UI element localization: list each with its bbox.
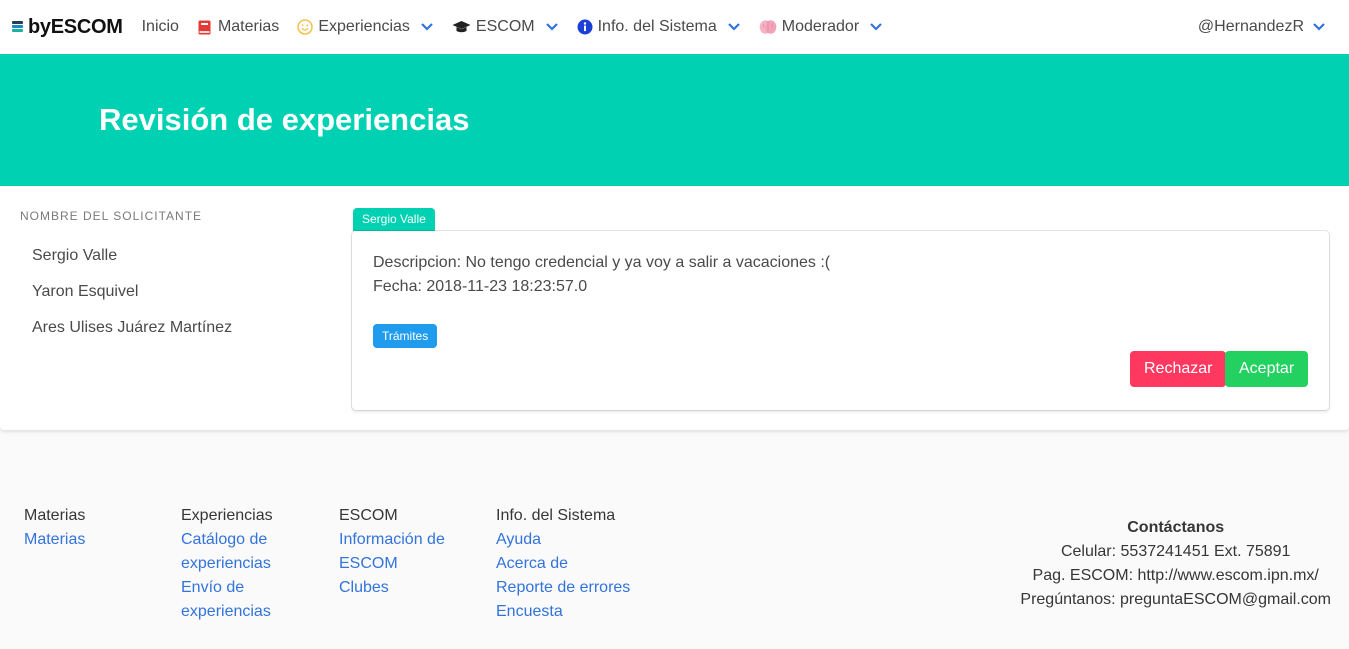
- nav-info-sistema[interactable]: Info. del Sistema: [568, 0, 750, 54]
- nav-materias-label: Materias: [217, 18, 280, 35]
- brain-icon: [759, 19, 777, 35]
- user-name: @HernandezR: [1197, 18, 1304, 35]
- footer-link[interactable]: Envío de: [181, 576, 273, 600]
- contact-page: Pag. ESCOM: http://www.escom.ipn.mx/: [1032, 567, 1319, 584]
- nav-inicio-label: Inicio: [141, 18, 179, 35]
- user-menu[interactable]: @HernandezR: [1189, 0, 1335, 54]
- footer-heading: Materias: [24, 507, 86, 524]
- contact-block: Contáctanos Celular: 5537241451 Ext. 758…: [1020, 516, 1331, 612]
- footer-column-escom: ESCOM Información de ESCOM Clubes: [339, 504, 445, 600]
- requester-tag: Sergio Valle: [353, 208, 435, 231]
- footer-heading: ESCOM: [339, 507, 398, 524]
- brand-logo[interactable]: byESCOM: [12, 16, 123, 39]
- chevron-down-icon: [420, 22, 434, 32]
- contact-heading: Contáctanos: [1127, 519, 1225, 536]
- brand-icon: [12, 21, 25, 33]
- contact-phone: Celular: 5537241451 Ext. 75891: [1060, 543, 1291, 560]
- contact-email: Pregúntanos: preguntaESCOM@gmail.com: [1020, 591, 1331, 608]
- footer-column-materias: Materias Materias: [24, 504, 85, 552]
- chevron-down-icon: [1312, 22, 1326, 32]
- info-circle-icon: [577, 19, 593, 35]
- nav-inicio[interactable]: Inicio: [133, 0, 188, 54]
- footer-link[interactable]: experiencias: [181, 552, 273, 576]
- review-panel: Nombre del solicitante Sergio Valle Yaro…: [0, 186, 1349, 430]
- smile-icon: [297, 19, 314, 35]
- chevron-down-icon: [727, 22, 741, 32]
- footer: Materias Materias Experiencias Catálogo …: [0, 454, 1349, 649]
- footer-link[interactable]: Encuesta: [496, 600, 630, 624]
- nav-escom-label: ESCOM: [475, 18, 535, 35]
- requester-item[interactable]: Ares Ulises Juárez Martínez: [20, 310, 244, 346]
- hero-banner: Revisión de experiencias: [0, 54, 1349, 186]
- topic-tag: Trámites: [373, 324, 438, 348]
- footer-link[interactable]: Ayuda: [496, 528, 630, 552]
- footer-link[interactable]: Clubes: [339, 576, 445, 600]
- page-title: Revisión de experiencias: [99, 102, 470, 137]
- navbar: byESCOM Inicio Materias Experiencias ESC…: [0, 0, 1349, 54]
- requester-list: Sergio Valle Yaron Esquivel Ares Ulises …: [20, 238, 244, 346]
- chevron-down-icon: [869, 22, 883, 32]
- requester-item[interactable]: Sergio Valle: [20, 238, 244, 274]
- accept-button[interactable]: Aceptar: [1225, 351, 1309, 387]
- footer-link[interactable]: Materias: [24, 528, 85, 552]
- footer-heading: Experiencias: [181, 507, 273, 524]
- footer-column-experiencias: Experiencias Catálogo de experiencias En…: [181, 504, 273, 624]
- experience-card: Descripcion: No tengo credencial y ya vo…: [352, 231, 1329, 410]
- footer-column-info-sistema: Info. del Sistema Ayuda Acerca de Report…: [496, 504, 630, 624]
- graduation-cap-icon: [452, 19, 471, 35]
- book-icon: [197, 19, 213, 35]
- nav-moderador-label: Moderador: [781, 18, 860, 35]
- footer-heading: Info. del Sistema: [496, 507, 616, 524]
- footer-link[interactable]: Información de: [339, 528, 445, 552]
- reject-button[interactable]: Rechazar: [1130, 351, 1227, 387]
- requester-item[interactable]: Yaron Esquivel: [20, 274, 244, 310]
- nav-escom[interactable]: ESCOM: [443, 0, 568, 54]
- nav-moderador[interactable]: Moderador: [750, 0, 892, 54]
- footer-link[interactable]: Reporte de errores: [496, 576, 630, 600]
- experience-date: Fecha: 2018-11-23 18:23:57.0: [373, 278, 588, 295]
- nav-info-sistema-label: Info. del Sistema: [597, 18, 717, 35]
- nav-materias[interactable]: Materias: [188, 0, 288, 54]
- footer-link[interactable]: Acerca de: [496, 552, 630, 576]
- requester-list-label: Nombre del solicitante: [20, 209, 203, 223]
- footer-link[interactable]: experiencias: [181, 600, 273, 624]
- footer-link[interactable]: ESCOM: [339, 552, 445, 576]
- brand-name: byESCOM: [28, 15, 123, 38]
- chevron-down-icon: [545, 22, 559, 32]
- nav-experiencias[interactable]: Experiencias: [288, 0, 443, 54]
- experience-description: Descripcion: No tengo credencial y ya vo…: [373, 254, 831, 271]
- footer-link[interactable]: Catálogo de: [181, 528, 273, 552]
- nav-experiencias-label: Experiencias: [318, 18, 410, 35]
